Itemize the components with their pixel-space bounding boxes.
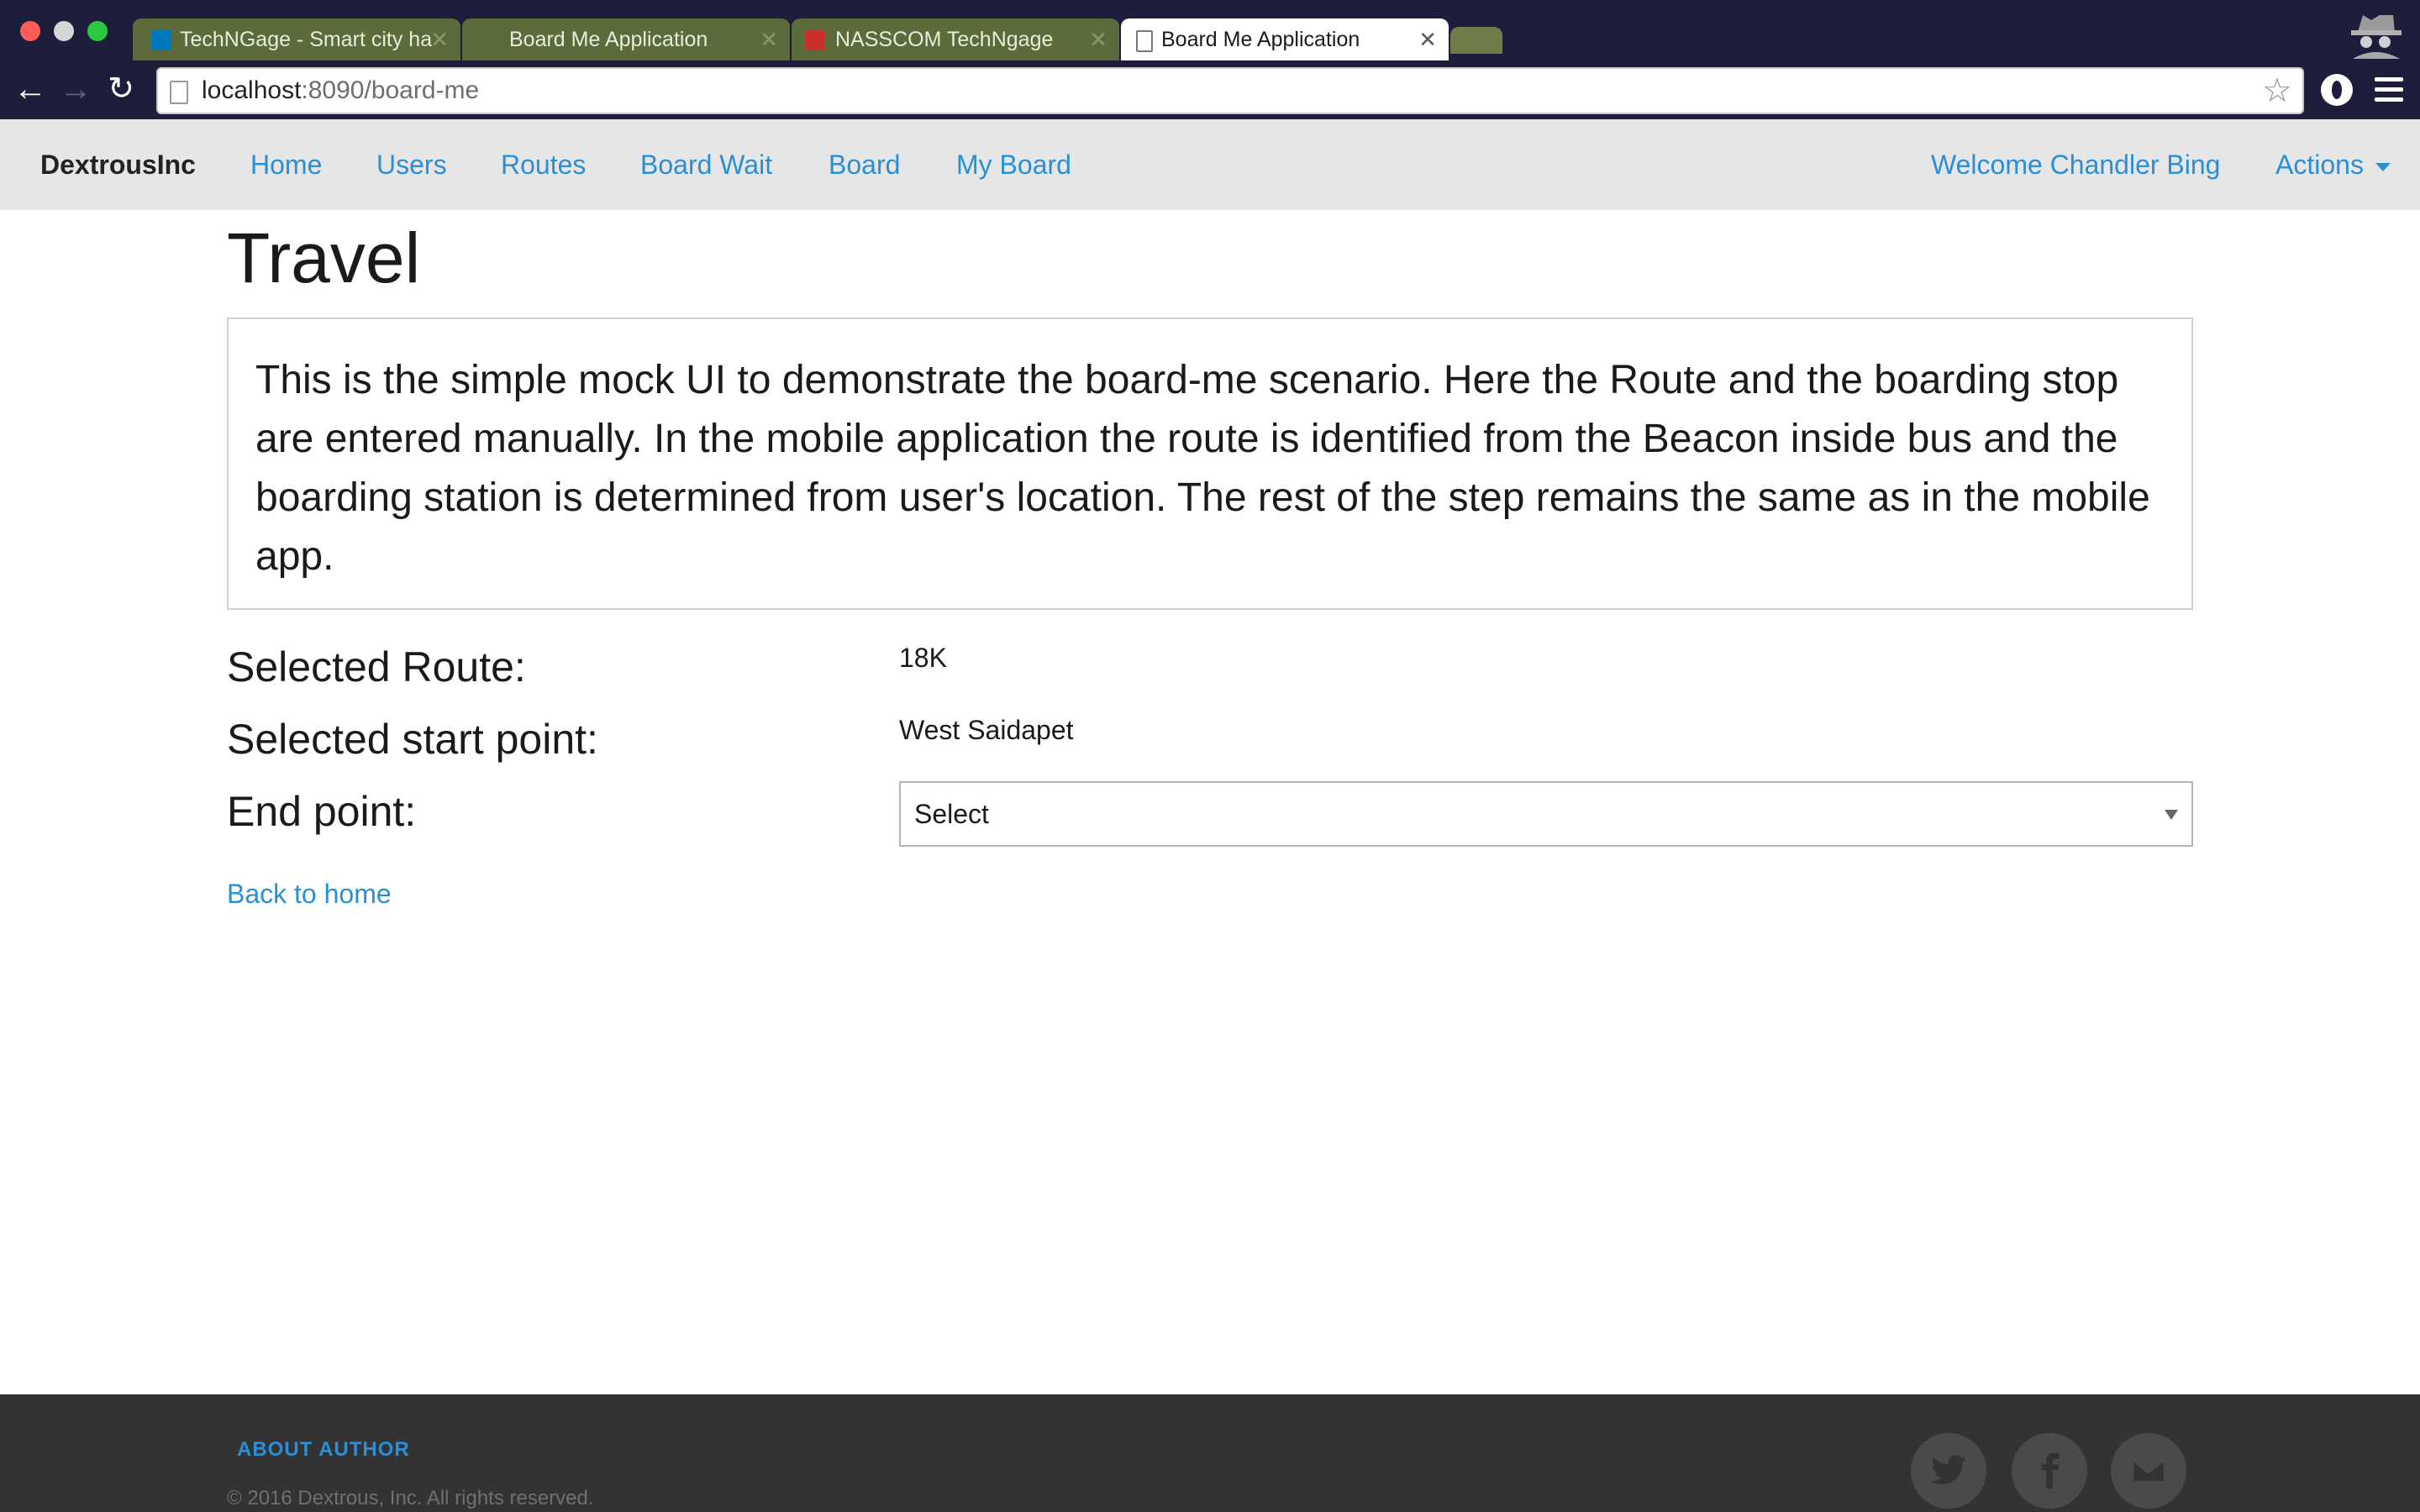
selected-start-point-value: West Saidapet: [899, 715, 1074, 745]
url-host: localhost: [202, 76, 302, 104]
nav-link-routes[interactable]: Routes: [501, 119, 586, 210]
new-tab-button[interactable]: [1450, 27, 1502, 54]
copyright-text: © 2016 Dextrous, Inc. All rights reserve…: [227, 1487, 594, 1509]
selected-route-label: Selected Route:: [227, 643, 526, 690]
description-text: This is the simple mock UI to demonstrat…: [255, 358, 2150, 579]
welcome-user-link[interactable]: Welcome Chandler Bing: [1931, 119, 2220, 210]
nasscom-favicon-icon: [805, 30, 825, 50]
tab-title: NASSCOM TechNgage: [835, 28, 1054, 51]
nav-link-board-wait[interactable]: Board Wait: [640, 119, 772, 210]
browser-tab-2[interactable]: Board Me Application ✕: [462, 18, 790, 60]
page-title: Travel: [227, 218, 421, 297]
hamburger-menu-icon[interactable]: [2375, 77, 2403, 104]
browser-toolbar: ← → ↻ localhost:8090/board-me ☆: [0, 60, 2420, 119]
tab-title: Board Me Application: [509, 28, 708, 51]
page-favicon-icon: [1136, 30, 1153, 52]
selected-route-value: 18K: [899, 643, 947, 673]
back-arrow-icon[interactable]: ←: [12, 71, 49, 108]
end-point-selected-value: Select: [914, 799, 989, 829]
chevron-down-icon: [2375, 162, 2391, 171]
nav-link-users[interactable]: Users: [376, 119, 447, 210]
mail-icon: [2131, 1458, 2166, 1483]
chevron-down-icon: [2165, 810, 2178, 820]
tab-title: Board Me Application: [1161, 28, 1360, 51]
window-close-button[interactable]: [20, 21, 40, 41]
reload-icon[interactable]: ↻: [103, 71, 139, 108]
actions-dropdown[interactable]: Actions: [2275, 119, 2391, 210]
app-navbar: DextrousInc Home Users Routes Board Wait…: [0, 119, 2420, 210]
page-icon: [170, 81, 188, 104]
facebook-button[interactable]: [2012, 1433, 2087, 1509]
browser-tab-3[interactable]: NASSCOM TechNgage ✕: [792, 18, 1119, 60]
url-text[interactable]: localhost:8090/board-me: [202, 69, 479, 113]
browser-tab-1[interactable]: TechNGage - Smart city ha ✕: [133, 18, 460, 60]
selected-start-point-label: Selected start point:: [227, 716, 598, 763]
window-zoom-button[interactable]: [87, 21, 108, 41]
twitter-icon: [1930, 1455, 1967, 1484]
description-box: This is the simple mock UI to demonstrat…: [227, 318, 2193, 610]
url-path: :8090/board-me: [301, 76, 480, 104]
nav-link-board[interactable]: Board: [829, 119, 900, 210]
window-minimize-button[interactable]: [54, 21, 74, 41]
tab-close-icon[interactable]: ✕: [760, 18, 778, 60]
browser-tab-strip: TechNGage - Smart city ha ✕ Board Me App…: [0, 0, 2420, 60]
actions-label: Actions: [2275, 150, 2364, 180]
nav-link-my-board[interactable]: My Board: [956, 119, 1071, 210]
address-bar[interactable]: localhost:8090/board-me ☆: [156, 67, 2304, 114]
incognito-icon: [2351, 15, 2402, 59]
end-point-select[interactable]: Select: [899, 781, 2193, 847]
trello-favicon-icon: [151, 30, 171, 50]
end-point-label: End point:: [227, 788, 417, 835]
about-author-link[interactable]: ABOUT AUTHOR: [237, 1438, 410, 1462]
bookmark-star-icon[interactable]: ☆: [2262, 72, 2292, 109]
twitter-button[interactable]: [1911, 1433, 1986, 1509]
tab-title: TechNGage - Smart city ha: [180, 28, 433, 51]
tab-close-icon[interactable]: ✕: [1089, 18, 1107, 60]
tab-close-icon[interactable]: ✕: [430, 18, 449, 60]
back-to-home-link[interactable]: Back to home: [227, 877, 392, 911]
mail-button[interactable]: [2111, 1433, 2186, 1509]
brand-logo[interactable]: DextrousInc: [40, 119, 196, 210]
page-footer: ABOUT AUTHOR © 2016 Dextrous, Inc. All r…: [0, 1394, 2420, 1512]
extension-icon[interactable]: [2321, 74, 2353, 106]
forward-arrow-icon[interactable]: →: [57, 71, 94, 108]
nav-link-home[interactable]: Home: [250, 119, 322, 210]
facebook-icon: [2041, 1452, 2060, 1489]
browser-tab-4-active[interactable]: Board Me Application ✕: [1121, 18, 1449, 60]
tab-close-icon[interactable]: ✕: [1418, 18, 1437, 60]
